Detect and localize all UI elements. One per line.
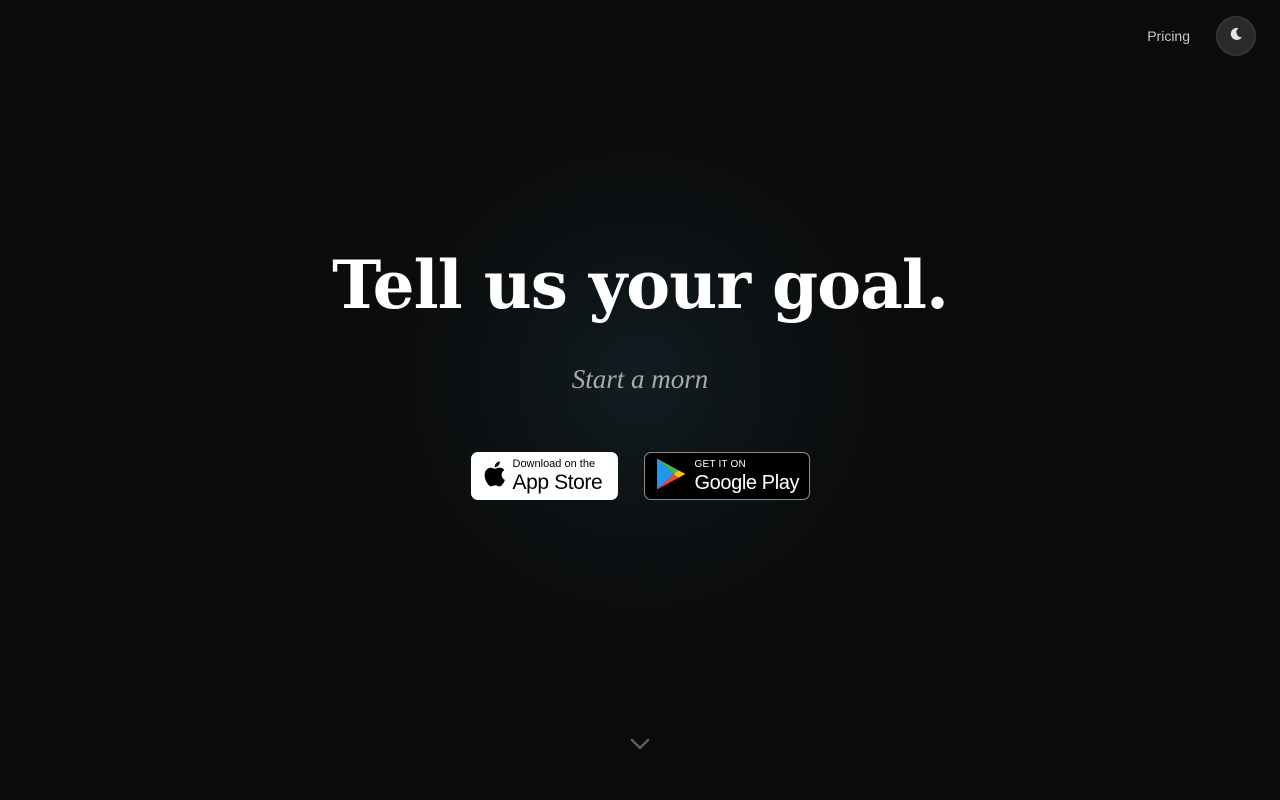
- google-play-button[interactable]: GET IT ON Google Play: [643, 452, 810, 500]
- google-play-small-label: GET IT ON: [694, 458, 746, 470]
- app-store-small-label: Download on the: [512, 458, 596, 470]
- store-badges: Download on the App Store GET IT ON Goog…: [0, 452, 1280, 500]
- apple-icon: [481, 459, 507, 494]
- chevron-down-icon: [630, 737, 650, 755]
- google-play-icon: [655, 457, 687, 496]
- app-store-button[interactable]: Download on the App Store: [470, 452, 618, 500]
- top-nav: Pricing: [1147, 16, 1256, 56]
- app-store-label: App Store: [512, 471, 603, 494]
- hero-headline: Tell us your goal.: [332, 246, 949, 324]
- pricing-link[interactable]: Pricing: [1147, 28, 1190, 44]
- theme-toggle-button[interactable]: [1216, 16, 1256, 56]
- hero-subheadline: Start a morn: [571, 364, 709, 394]
- moon-icon: [1228, 26, 1244, 47]
- google-play-label: Google Play: [694, 471, 800, 494]
- scroll-down-button[interactable]: [628, 736, 652, 756]
